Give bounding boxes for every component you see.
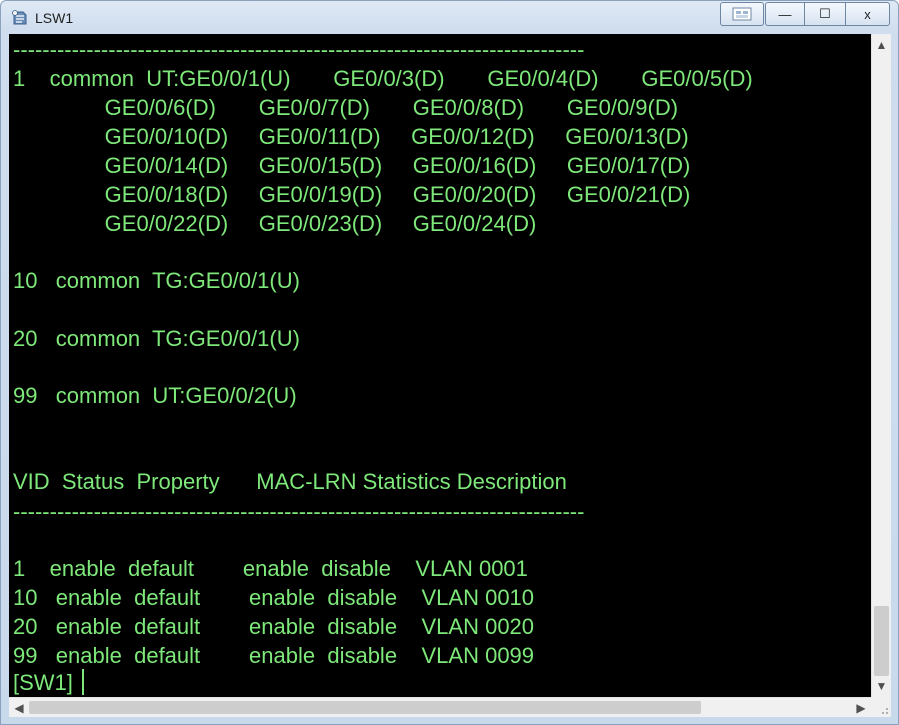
scroll-up-arrow-icon[interactable]: ▲: [872, 36, 891, 54]
terminal-prompt[interactable]: [SW1]: [13, 668, 73, 697]
maximize-button[interactable]: ☐: [805, 2, 845, 26]
terminal-line: GE0/0/14(D) GE0/0/15(D) GE0/0/16(D) GE0/…: [13, 153, 691, 178]
scroll-down-arrow-icon[interactable]: ▼: [872, 677, 891, 695]
close-button[interactable]: x: [845, 2, 890, 26]
terminal-line: 10 common TG:GE0/0/1(U): [13, 268, 300, 293]
terminal-line: ----------------------------------------…: [13, 499, 585, 524]
tile-window-icon: [732, 7, 752, 21]
terminal-window: LSW1 — ☐ x -----------------------------…: [0, 0, 899, 725]
scroll-left-arrow-icon[interactable]: ◀: [10, 698, 28, 717]
terminal-line: 99 enable default enable disable VLAN 00…: [13, 643, 535, 668]
title-bar[interactable]: LSW1 — ☐ x: [1, 1, 898, 35]
resize-corner[interactable]: [871, 697, 891, 717]
terminal-line: GE0/0/18(D) GE0/0/19(D) GE0/0/20(D) GE0/…: [13, 182, 691, 207]
terminal-line: 20 enable default enable disable VLAN 00…: [13, 614, 535, 639]
horizontal-scroll-thumb[interactable]: [29, 701, 701, 714]
terminal-line: 99 common UT:GE0/0/2(U): [13, 383, 297, 408]
minimize-button[interactable]: —: [765, 2, 805, 26]
terminal-line: GE0/0/6(D) GE0/0/7(D) GE0/0/8(D) GE0/0/9…: [13, 95, 679, 120]
network-switch-icon: [12, 10, 27, 25]
text-cursor: [82, 669, 84, 695]
terminal-line: 1 common UT:GE0/0/1(U) GE0/0/3(D) GE0/0/…: [13, 66, 753, 91]
terminal-line: 10 enable default enable disable VLAN 00…: [13, 585, 535, 610]
terminal-output[interactable]: ----------------------------------------…: [9, 34, 871, 697]
terminal-line: 1 enable default enable disable VLAN 000…: [13, 556, 528, 581]
close-icon: x: [864, 6, 871, 22]
vertical-scrollbar[interactable]: ▲ ▼: [871, 34, 891, 697]
vertical-scroll-thumb[interactable]: [874, 606, 889, 676]
terminal-line: GE0/0/22(D) GE0/0/23(D) GE0/0/24(D): [13, 211, 537, 236]
resize-grip-icon: [882, 708, 888, 714]
window-tile-button[interactable]: [720, 2, 764, 26]
window-title: LSW1: [35, 10, 74, 26]
terminal-line: ----------------------------------------…: [13, 37, 585, 62]
terminal-line: GE0/0/10(D) GE0/0/11(D) GE0/0/12(D) GE0/…: [13, 124, 689, 149]
terminal-line: VID Status Property MAC-LRN Statistics D…: [13, 469, 567, 494]
terminal-line: 20 common TG:GE0/0/1(U): [13, 326, 300, 351]
minimize-icon: —: [778, 6, 792, 22]
horizontal-scrollbar[interactable]: ◀ ▶: [9, 697, 871, 717]
maximize-icon: ☐: [819, 6, 831, 21]
scroll-right-arrow-icon[interactable]: ▶: [852, 698, 870, 717]
